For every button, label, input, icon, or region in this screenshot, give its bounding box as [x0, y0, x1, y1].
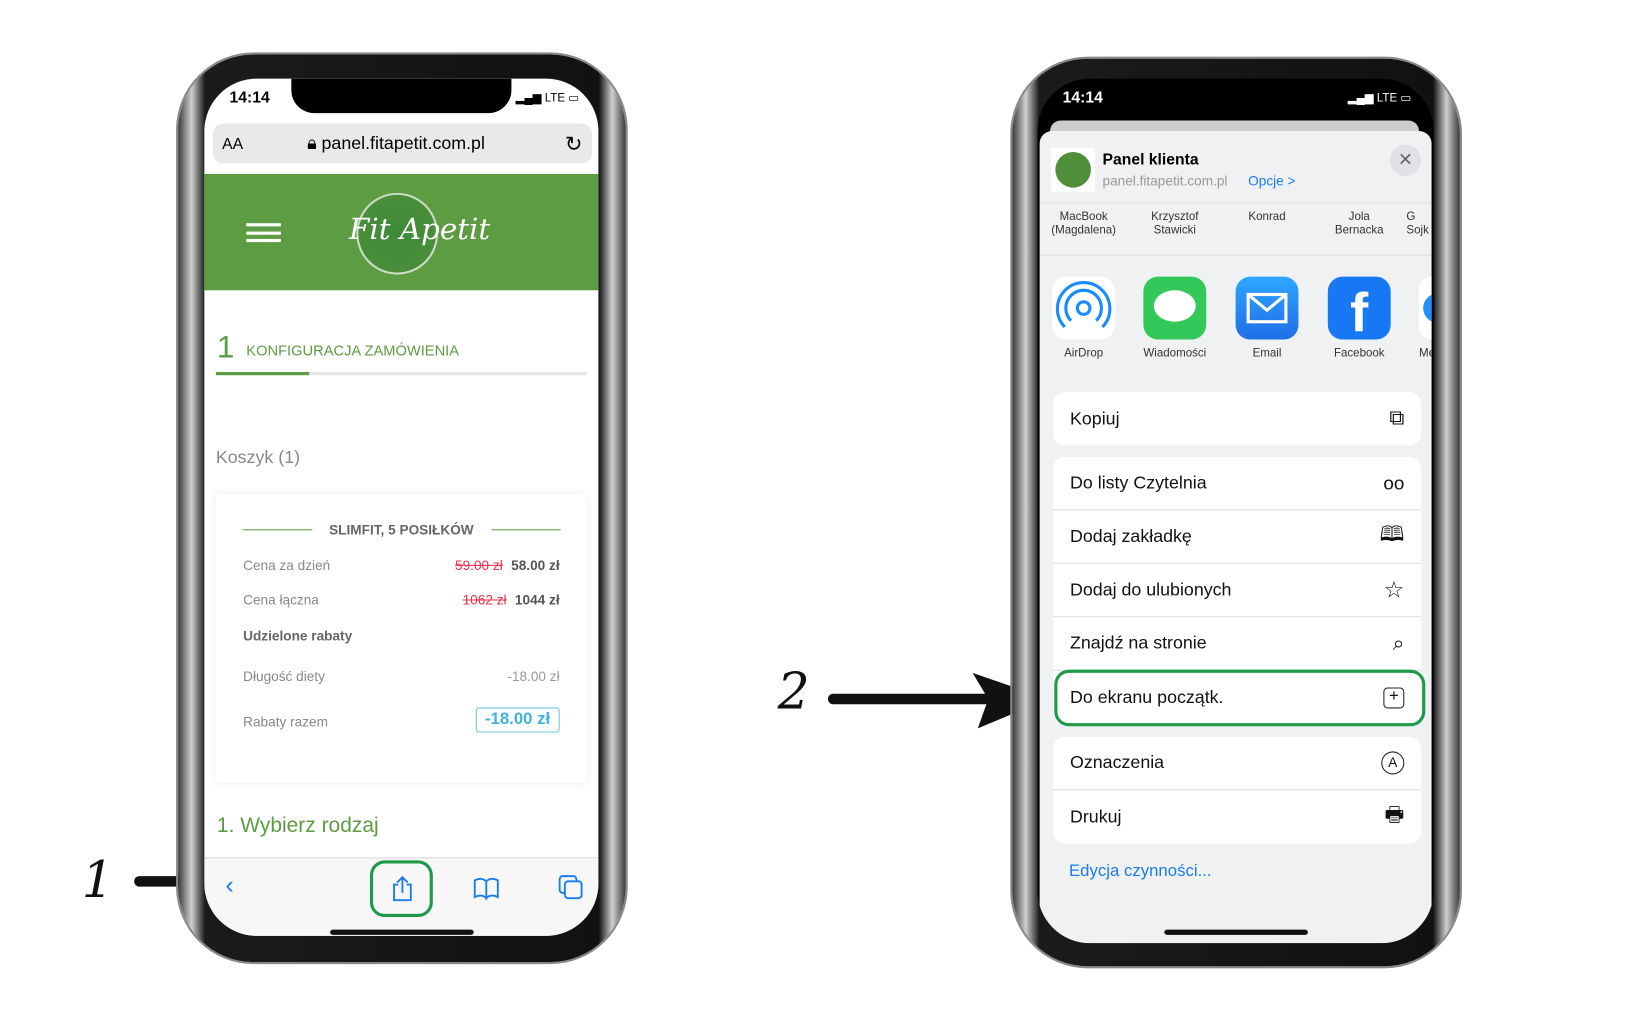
- email-icon[interactable]: [1235, 276, 1299, 340]
- app-label: AirDrop: [1064, 346, 1104, 360]
- left-phone-screen: 14:14 ▂▄▆ LTE ▭ AA 🔒︎ panel.fitapetit.co…: [204, 78, 599, 936]
- new-price: 58.00 zł: [511, 557, 560, 574]
- action-label: Kopiuj: [1070, 408, 1120, 429]
- bookmarks-icon[interactable]: [473, 877, 500, 901]
- action-label: Drukuj: [1070, 806, 1122, 827]
- app-label: Me: [1418, 346, 1432, 360]
- markup-icon: A: [1381, 751, 1405, 775]
- step-label: KONFIGURACJA ZAMÓWIENIA: [246, 341, 460, 359]
- app-label: Wiadomości: [1143, 346, 1207, 360]
- step-2-annotation: 2: [777, 662, 810, 722]
- action-label: Do listy Czytelnia: [1070, 472, 1207, 493]
- price-day-value: 59.00 zł 58.00 zł: [455, 558, 560, 574]
- new-price: 1044 zł: [514, 592, 560, 608]
- book-icon: 🕮︎: [1379, 522, 1405, 547]
- status-time: 14:14: [1062, 89, 1103, 107]
- old-price: 59.00 zł: [455, 557, 503, 574]
- airdrop-person[interactable]: MacBook (Magdalena): [1039, 211, 1129, 238]
- add-to-home-highlight: [1054, 669, 1426, 727]
- hamburger-menu-icon[interactable]: [246, 223, 281, 243]
- network-label: LTE: [544, 92, 566, 105]
- action-add-favorite[interactable]: Dodaj do ulubionych ☆: [1053, 564, 1422, 618]
- options-link[interactable]: Opcje >: [1248, 173, 1295, 189]
- cart-card: SLIMFIT, 5 POSIŁKÓW Cena za dzień 59.00 …: [215, 494, 587, 783]
- copy-icon: ⧉: [1389, 406, 1405, 430]
- action-group-1: Kopiuj ⧉: [1053, 391, 1422, 446]
- action-label: Znajdź na stronie: [1070, 632, 1207, 653]
- airdrop-person[interactable]: Krzysztof Stawicki: [1130, 211, 1220, 238]
- close-button[interactable]: ✕: [1389, 144, 1422, 177]
- price-total-value: 1062 zł 1044 zł: [463, 592, 560, 608]
- total-discount-value: -18.00 zł: [475, 707, 560, 733]
- action-print[interactable]: Drukuj 🖶︎: [1053, 790, 1421, 843]
- airdrop-person[interactable]: G Sojk: [1406, 211, 1431, 238]
- action-label: Dodaj zakładkę: [1070, 526, 1192, 547]
- action-reading-list[interactable]: Do listy Czytelnia oo: [1053, 457, 1422, 511]
- lock-icon: 🔒︎: [307, 133, 317, 154]
- price-total-label: Cena łączna: [243, 592, 319, 608]
- home-indicator: [330, 929, 474, 935]
- divider: [1039, 202, 1432, 204]
- right-phone-screen: 14:14 ▂▄▆ LTE ▭ Panel klienta panel.fita…: [1037, 78, 1434, 944]
- action-label: Dodaj do ulubionych: [1070, 579, 1232, 600]
- airdrop-person[interactable]: Konrad: [1222, 211, 1312, 225]
- status-network: ▂▄▆ LTE ▭: [515, 92, 580, 105]
- airdrop-person[interactable]: Jola Bernacka: [1314, 211, 1404, 238]
- price-day-label: Cena za dzień: [243, 557, 331, 574]
- messages-icon[interactable]: [1143, 276, 1207, 340]
- app-label: Facebook: [1333, 346, 1385, 360]
- step-number: 1: [216, 330, 235, 365]
- step-progress-fill: [215, 372, 309, 376]
- messenger-icon[interactable]: [1418, 276, 1432, 340]
- edit-actions-link[interactable]: Edycja czynności...: [1069, 863, 1212, 882]
- home-indicator: [1164, 929, 1308, 935]
- action-find-on-page[interactable]: Znajdź na stronie ⌕: [1053, 617, 1422, 671]
- discounts-title: Udzielone rabaty: [243, 627, 353, 644]
- url: panel.fitapetit.com.pl: [321, 133, 485, 154]
- tabs-icon[interactable]: [558, 874, 585, 901]
- card-title: SLIMFIT, 5 POSIŁKÓW: [329, 521, 474, 538]
- share-sheet: Panel klienta panel.fitapetit.com.pl Opc…: [1039, 131, 1432, 944]
- action-label: Oznaczenia: [1070, 752, 1165, 773]
- facebook-icon[interactable]: f: [1327, 276, 1391, 340]
- notch: [291, 78, 512, 114]
- step-1-annotation: 1: [81, 850, 114, 910]
- network-label: LTE: [1376, 92, 1398, 105]
- back-icon[interactable]: ‹: [225, 871, 233, 900]
- site-header: Fit Apetit: [204, 173, 599, 291]
- old-price: 1062 zł: [462, 592, 507, 608]
- safari-toolbar: ‹: [204, 857, 599, 936]
- text-size-button[interactable]: AA: [222, 135, 243, 153]
- glasses-icon: oo: [1383, 472, 1405, 494]
- total-discount-label: Rabaty razem: [243, 713, 328, 730]
- share-icon: [393, 875, 412, 902]
- url-bar[interactable]: AA 🔒︎ panel.fitapetit.com.pl ↻: [212, 123, 593, 164]
- logo-text: Fit Apetit: [348, 211, 491, 247]
- action-copy[interactable]: Kopiuj ⧉: [1053, 392, 1421, 445]
- search-icon: ⌕: [1392, 631, 1405, 655]
- site-icon: [1051, 147, 1096, 192]
- discount-value: -18.00 zł: [507, 668, 560, 685]
- star-icon: ☆: [1383, 576, 1405, 603]
- share-button-highlight[interactable]: [369, 860, 433, 917]
- printer-icon: 🖶︎: [1384, 803, 1405, 827]
- sheet-subtitle: panel.fitapetit.com.pl: [1102, 172, 1228, 189]
- sheet-title: Panel klienta: [1102, 150, 1199, 169]
- cart-title: Koszyk (1): [215, 447, 301, 468]
- airdrop-icon[interactable]: [1052, 276, 1116, 340]
- status-time: 14:14: [229, 89, 270, 107]
- status-network: ▂▄▆ LTE ▭: [1347, 92, 1412, 105]
- section-title: 1. Wybierz rodzaj: [216, 814, 379, 838]
- step-progress: [215, 372, 587, 376]
- app-label: Email: [1252, 346, 1282, 360]
- divider: [1039, 254, 1432, 256]
- action-add-bookmark[interactable]: Dodaj zakładkę 🕮︎: [1053, 510, 1422, 564]
- url-text[interactable]: 🔒︎ panel.fitapetit.com.pl: [307, 133, 485, 154]
- reload-icon[interactable]: ↻: [565, 131, 583, 157]
- discount-label: Długość diety: [243, 668, 325, 685]
- action-group-3: Oznaczenia A Drukuj 🖶︎: [1053, 736, 1422, 844]
- action-markup[interactable]: Oznaczenia A: [1053, 737, 1422, 791]
